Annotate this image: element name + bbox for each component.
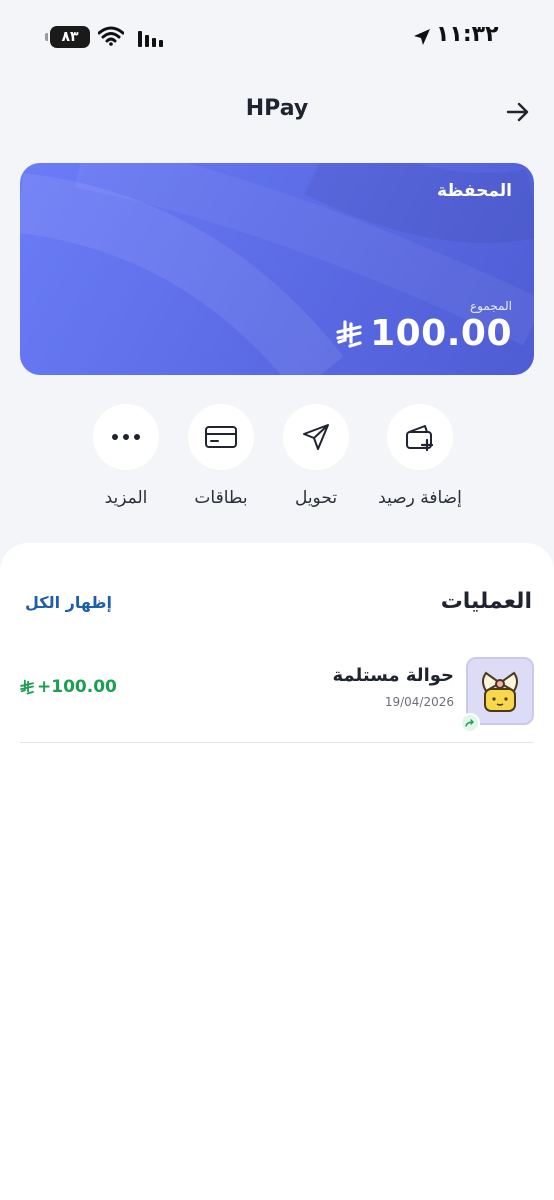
riyal-currency-icon: [20, 679, 34, 695]
received-badge: [460, 713, 480, 733]
wallet-balance: 100.00: [370, 313, 512, 354]
wallet-title: المحفظة: [437, 181, 512, 201]
total-label: المجموع: [470, 299, 512, 313]
quick-actions: إضافة رصيد تحويل بطاقات المزيد: [0, 404, 554, 524]
riyal-currency-icon: [336, 319, 362, 348]
more-circle: [93, 404, 159, 470]
more-label: المزيد: [104, 488, 148, 508]
transaction-row[interactable]: حوالة مستلمة 19/04/2026 +100.00: [20, 655, 534, 743]
transaction-title: حوالة مستلمة: [332, 665, 454, 686]
transactions-title: العمليات: [440, 589, 532, 614]
battery-level: ٨٣: [61, 29, 79, 45]
signal-icon: [138, 31, 163, 47]
transaction-amount: +100.00: [37, 677, 117, 697]
clock: ١١:٣٢: [436, 22, 499, 47]
transfer-circle: [283, 404, 349, 470]
card-icon: [205, 426, 237, 448]
wallet-add-icon: [406, 425, 434, 452]
page-title: HPay: [245, 96, 309, 121]
send-icon: [303, 424, 329, 450]
balance-row: 100.00: [336, 313, 512, 354]
more-icon: [112, 434, 140, 440]
show-all-link[interactable]: إظهار الكل: [25, 593, 112, 612]
location-arrow-icon: [414, 29, 430, 45]
transactions-sheet: العمليات إظهار الكل حوالة مستلمة 19/04/2…: [0, 543, 554, 1200]
more-button[interactable]: المزيد: [61, 404, 191, 508]
back-arrow-icon[interactable]: [504, 98, 532, 126]
header: HPay: [0, 88, 554, 132]
wifi-icon: [98, 26, 124, 46]
cards-circle: [188, 404, 254, 470]
add-balance-circle: [387, 404, 453, 470]
battery-indicator: ٨٣: [45, 26, 90, 48]
transaction-date: 19/04/2026: [384, 695, 454, 709]
bow-sticker-icon: [482, 671, 518, 712]
forward-arrow-icon: [465, 719, 474, 727]
wallet-card[interactable]: المحفظة المجموع 100.00: [20, 163, 534, 375]
transaction-amount-group: +100.00: [20, 677, 117, 697]
status-bar: ٨٣ ١١:٣٢: [0, 0, 554, 76]
